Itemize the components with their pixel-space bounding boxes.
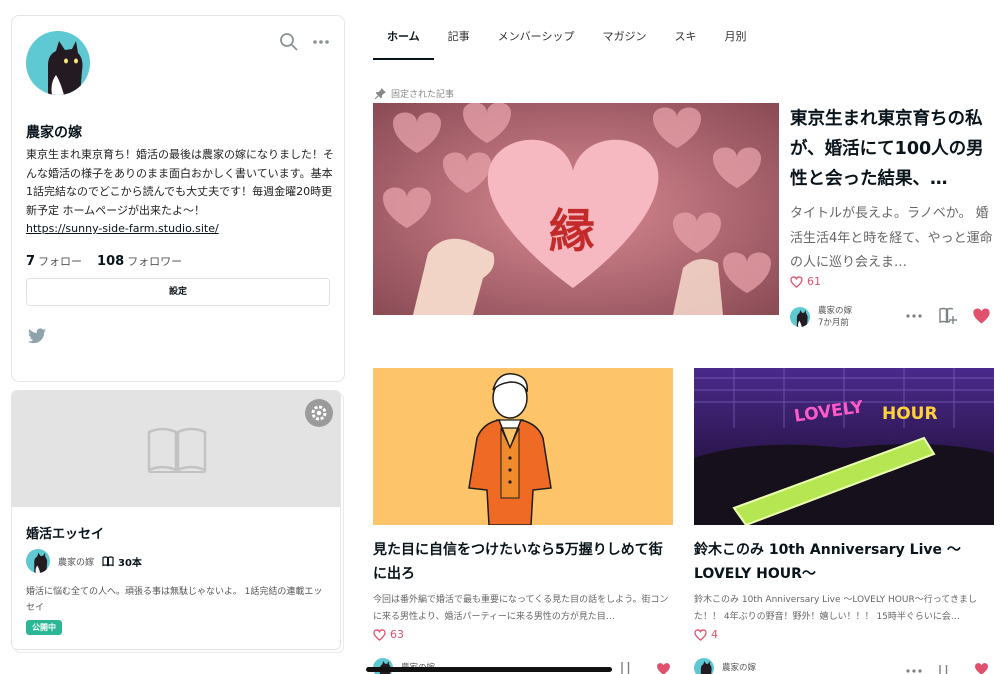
- post-time: 7か月前: [818, 318, 849, 328]
- heart-outline-icon: [373, 628, 386, 641]
- article-title[interactable]: 見た目に自信をつけたいなら5万握りしめて街に出ろ: [373, 538, 673, 586]
- article-actions: [904, 306, 991, 326]
- image-caption-hour: HOUR: [882, 404, 938, 424]
- article-actions: [904, 660, 991, 674]
- twitter-icon[interactable]: [28, 328, 46, 344]
- more-options-icon[interactable]: [904, 660, 924, 674]
- status-badge: 公開中: [26, 620, 62, 635]
- magazine-cover: [12, 391, 340, 507]
- search-icon[interactable]: [278, 31, 300, 53]
- heart-filled-icon: [973, 308, 990, 324]
- more-options-icon[interactable]: [904, 306, 924, 326]
- profile-card: 農家の嫁 東京生まれ東京育ち！婚活の最後は農家の嫁になりました！そんな婚活の様子…: [11, 15, 345, 382]
- magazine-card[interactable]: 婚活エッセイ 農家の嫁 30本 婚活に悩む全ての人へ。頑張る事は無駄じゃないよ。…: [11, 390, 341, 650]
- magazine-author-row: 農家の嫁 30本: [26, 549, 142, 573]
- tab-membership[interactable]: メンバーシップ: [484, 22, 589, 60]
- follow-stats: 7 フォロー 108 フォロワー: [26, 253, 182, 269]
- like-button[interactable]: [972, 307, 991, 325]
- like-button[interactable]: [972, 661, 991, 674]
- profile-website-link[interactable]: https://sunny-side-farm.studio.site/: [26, 222, 219, 235]
- tab-home[interactable]: ホーム: [373, 22, 434, 60]
- more-options-icon[interactable]: [310, 31, 332, 53]
- pinned-label-text: 固定された記事: [391, 90, 455, 100]
- pin-icon: [374, 88, 386, 100]
- home-indicator[interactable]: [366, 667, 612, 672]
- like-count: 4: [694, 628, 718, 641]
- article-count: 30本: [102, 554, 142, 569]
- magazine-author-name[interactable]: 農家の嫁: [58, 555, 94, 568]
- magazine-settings-button[interactable]: [305, 399, 333, 427]
- follower-count: 108: [97, 254, 125, 269]
- profile-name: 農家の嫁: [26, 125, 82, 141]
- profile-bio: 東京生まれ東京育ち！婚活の最後は農家の嫁になりました！そんな婚活の様子をありのま…: [26, 146, 334, 239]
- article-author: 農家の嫁 7か月前: [790, 305, 852, 329]
- man-in-orange-suit-illustration: [468, 373, 552, 525]
- profile-tabs: ホーム 記事 メンバーシップ マガジン スキ 月別: [373, 22, 760, 60]
- tab-magazine[interactable]: マガジン: [588, 22, 660, 60]
- settings-button[interactable]: 設定: [26, 278, 330, 306]
- article-excerpt: 鈴木このみ 10th Anniversary Live 〜LOVELY HOUR…: [694, 595, 977, 622]
- article-thumbnail[interactable]: [373, 368, 673, 525]
- like-count: 63: [373, 628, 404, 641]
- like-count-value: 63: [390, 628, 404, 641]
- like-count: 61: [790, 275, 821, 288]
- like-count-value: 4: [711, 628, 718, 641]
- follow-count: 7: [26, 254, 36, 269]
- concert-photo: [694, 368, 994, 525]
- follower-label: フォロワー: [127, 255, 183, 268]
- book-icon: [102, 555, 114, 566]
- follow-label: フォロー: [38, 255, 83, 268]
- tab-likes[interactable]: スキ: [660, 22, 710, 60]
- article-title[interactable]: 鈴木このみ 10th Anniversary Live 〜LOVELY HOUR…: [694, 538, 994, 586]
- add-to-magazine-icon[interactable]: [620, 660, 640, 674]
- article-author: 農家の嫁: [694, 658, 756, 674]
- follower-link[interactable]: 108 フォロワー: [97, 254, 183, 269]
- like-button[interactable]: [654, 661, 673, 674]
- heart-outline-icon: [694, 628, 707, 641]
- cat-avatar-icon: [48, 41, 83, 95]
- heart-filled-icon: [657, 663, 670, 674]
- follow-link[interactable]: 7 フォロー: [26, 254, 83, 269]
- avatar[interactable]: [26, 549, 50, 573]
- avatar[interactable]: [694, 658, 714, 674]
- pinned-label: 固定された記事: [374, 87, 455, 100]
- pinned-article-title[interactable]: 東京生まれ東京育ちの私が、婚活にて100人の男性と会った結果、…: [790, 104, 1000, 194]
- avatar[interactable]: [26, 31, 90, 95]
- article-count-value: 30本: [118, 557, 142, 569]
- tab-monthly[interactable]: 月別: [710, 22, 760, 60]
- profile-bio-text: 東京生まれ東京育ち！婚活の最後は農家の嫁になりました！そんな婚活の様子をありのま…: [26, 148, 334, 217]
- author-name[interactable]: 農家の嫁: [722, 662, 756, 674]
- hero-kanji-text: 縁: [549, 204, 595, 258]
- add-to-magazine-icon[interactable]: [938, 660, 958, 674]
- magazine-description: 婚活に悩む全ての人へ。頑張る事は無駄じゃないよ。 1話完結の連載エッセイ: [26, 587, 323, 613]
- pinned-article-thumbnail[interactable]: 縁: [373, 103, 779, 315]
- tab-articles[interactable]: 記事: [434, 22, 484, 60]
- article-thumbnail[interactable]: LOVELY HOUR: [694, 368, 994, 525]
- like-count-value: 61: [807, 275, 821, 288]
- heart-outline-icon: [790, 275, 803, 288]
- article-actions: [620, 660, 673, 674]
- author-name[interactable]: 農家の嫁: [818, 305, 852, 317]
- gear-icon: [311, 405, 327, 421]
- article-excerpt: 今回は番外編で婚活で最も重要になってくる見た目の話をしよう。街コンに来る男性より…: [373, 595, 669, 622]
- open-book-icon: [145, 424, 209, 476]
- heart-filled-icon: [975, 663, 988, 674]
- pinned-article-excerpt: タイトルが長えよ。ラノベか。 婚活生活4年と時を経て、やっと運命の人に巡り会えま…: [790, 206, 993, 270]
- magazine-title[interactable]: 婚活エッセイ: [26, 523, 104, 542]
- avatar[interactable]: [790, 307, 810, 327]
- add-to-magazine-icon[interactable]: [938, 306, 958, 326]
